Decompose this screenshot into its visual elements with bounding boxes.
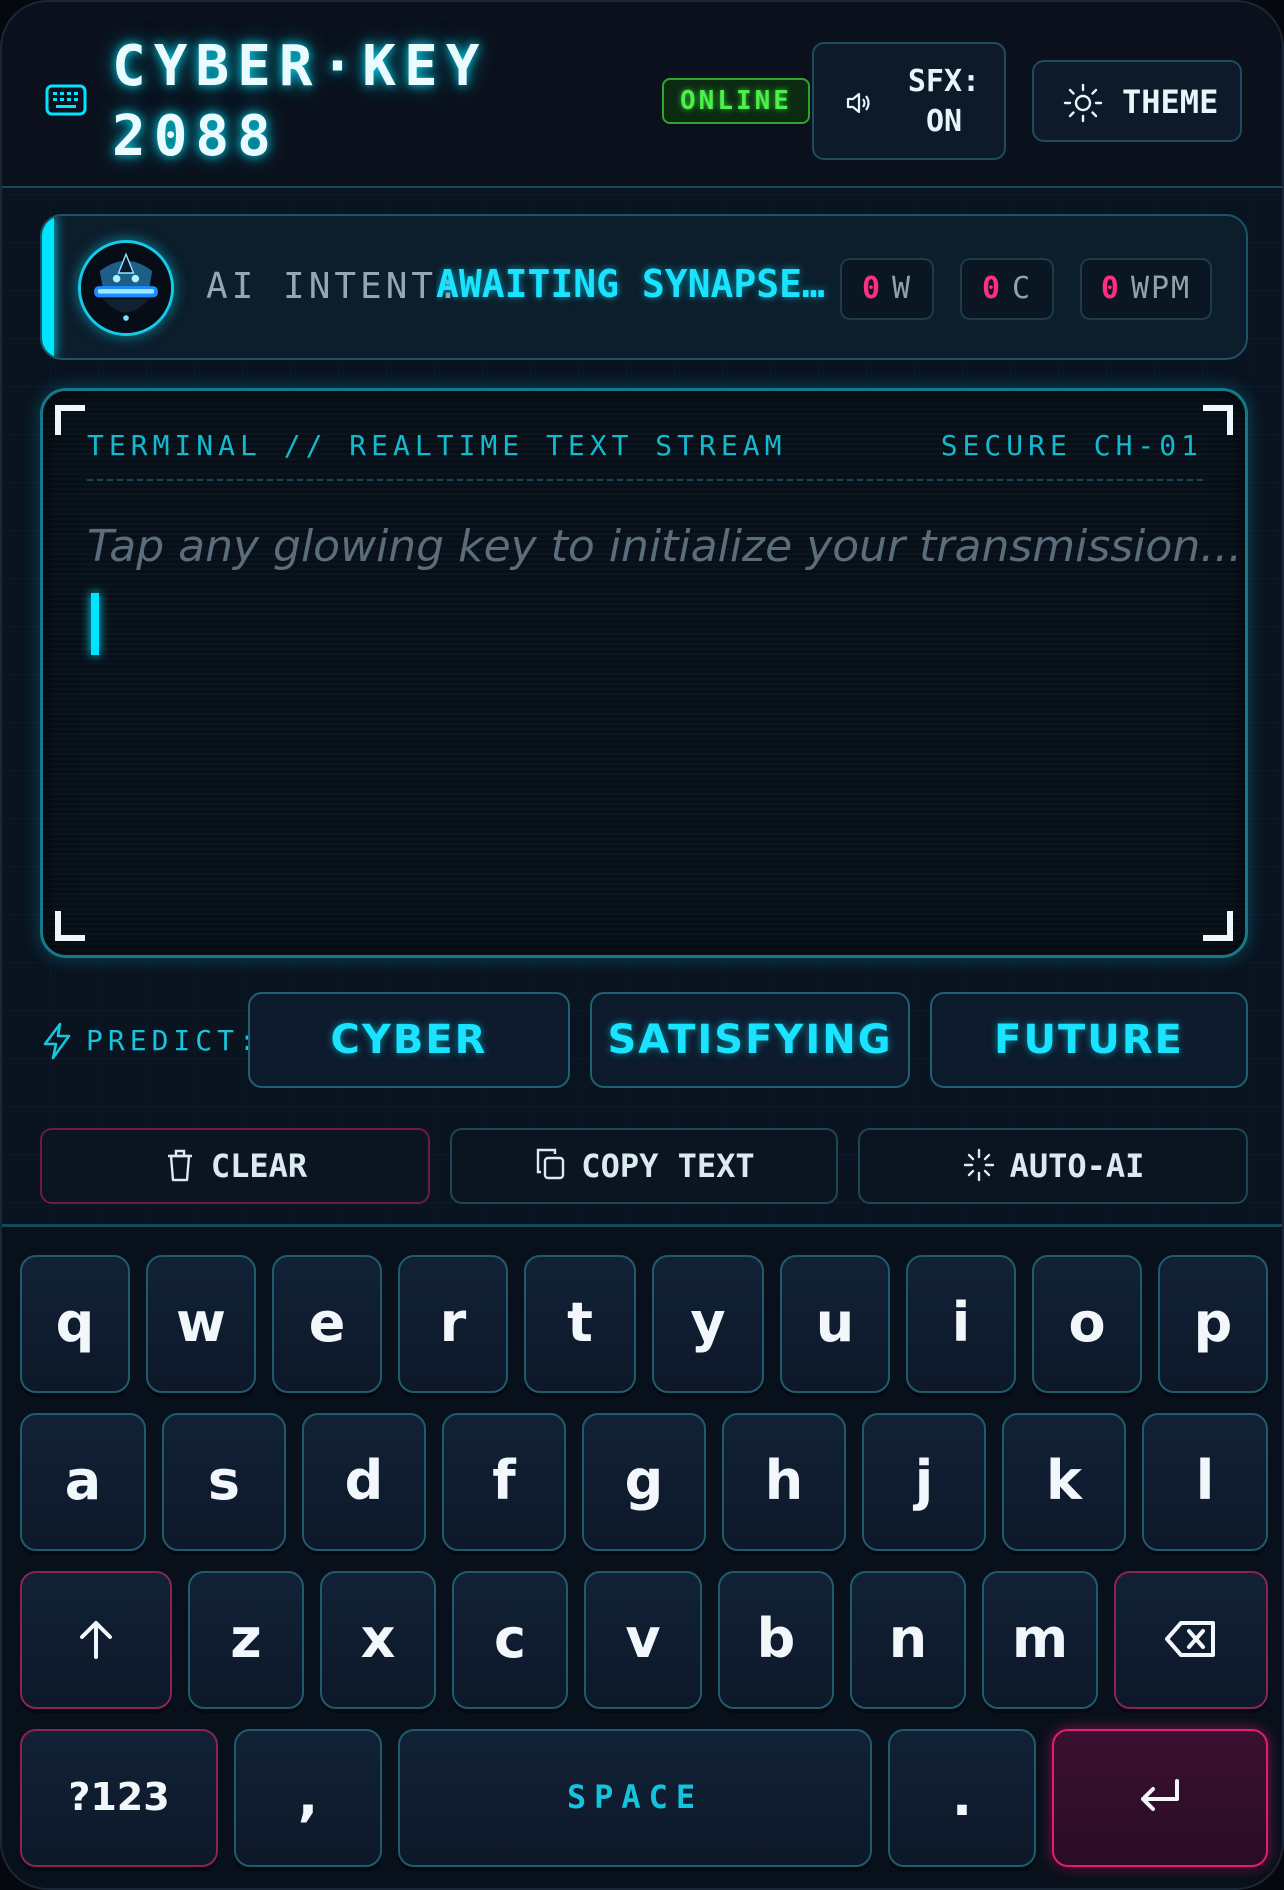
clear-label: CLEAR	[210, 1147, 308, 1185]
text-terminal[interactable]: TERMINAL // REALTIME TEXT STREAM SECURE …	[40, 388, 1248, 958]
wpm-value: 0	[1100, 271, 1121, 306]
arrow-up-icon	[80, 1621, 112, 1660]
theme-button[interactable]: THEME	[1032, 60, 1242, 142]
sfx-toggle-button[interactable]: SFX: ON	[812, 42, 1006, 160]
space-key[interactable]: SPACE	[398, 1729, 872, 1867]
key-s[interactable]: s	[162, 1413, 286, 1551]
key-w[interactable]: w	[146, 1255, 256, 1393]
lightning-icon	[43, 1022, 71, 1060]
key-q[interactable]: q	[20, 1255, 130, 1393]
backspace-icon	[1165, 1621, 1215, 1658]
intent-label: AI INTENT:	[206, 266, 463, 307]
app-screen: CYBER·KEY 2088 ONLINE SFX: ON THEME AI I…	[0, 0, 1284, 1890]
ai-intent-panel: AI INTENT: AWAITING SYNAPSE INPUT 0W 0C …	[40, 214, 1248, 360]
key-a[interactable]: a	[20, 1413, 146, 1551]
char-count-stat: 0C	[960, 258, 1054, 320]
terminal-channel: SECURE CH-01	[940, 429, 1203, 462]
clear-button[interactable]: CLEAR	[40, 1128, 430, 1204]
keyboard-icon	[45, 84, 87, 116]
shift-key[interactable]	[20, 1571, 172, 1709]
key-m[interactable]: m	[982, 1571, 1098, 1709]
key-y[interactable]: y	[652, 1255, 764, 1393]
terminal-placeholder: Tap any glowing key to initialize your t…	[87, 521, 1243, 572]
char-count-value: 0	[981, 271, 1002, 306]
suggestion-chip[interactable]: SATISFYING	[590, 992, 910, 1088]
char-count-unit: C	[1012, 271, 1033, 306]
copy-text-button[interactable]: COPY TEXT	[450, 1128, 838, 1204]
enter-icon	[1141, 1779, 1179, 1812]
key-v[interactable]: v	[584, 1571, 702, 1709]
corner-bracket	[55, 911, 85, 941]
ai-avatar	[78, 240, 174, 336]
suggestion-chip[interactable]: CYBER	[248, 992, 570, 1088]
intent-accent-bar	[42, 216, 54, 358]
key-p[interactable]: p	[1158, 1255, 1268, 1393]
word-count-stat: 0W	[840, 258, 934, 320]
keyboard: q w e r t y u i o p a s d f g h j k l z …	[2, 1224, 1282, 1888]
word-count-unit: W	[892, 271, 913, 306]
key-l[interactable]: l	[1142, 1413, 1268, 1551]
text-cursor	[91, 593, 99, 655]
key-e[interactable]: e	[272, 1255, 382, 1393]
key-z[interactable]: z	[188, 1571, 304, 1709]
key-j[interactable]: j	[862, 1413, 986, 1551]
wpm-stat: 0 WPM	[1080, 258, 1212, 320]
enter-key[interactable]	[1052, 1729, 1268, 1867]
period-key[interactable]: .	[888, 1729, 1036, 1867]
theme-label: THEME	[1122, 83, 1219, 121]
copy-icon	[537, 1148, 565, 1180]
terminal-header: TERMINAL // REALTIME TEXT STREAM	[87, 429, 787, 462]
backspace-key[interactable]	[1114, 1571, 1268, 1709]
header: CYBER·KEY 2088 ONLINE SFX: ON THEME	[2, 2, 1282, 188]
key-n[interactable]: n	[850, 1571, 966, 1709]
copy-label: COPY TEXT	[581, 1147, 755, 1185]
sfx-label: SFX: ON	[907, 64, 981, 139]
suggestion-chip[interactable]: FUTURE	[930, 992, 1248, 1088]
trash-icon	[167, 1149, 192, 1182]
app-title: CYBER·KEY 2088	[112, 34, 488, 169]
sun-icon	[1063, 83, 1103, 123]
key-h[interactable]: h	[722, 1413, 846, 1551]
numbers-key[interactable]: ?123	[20, 1729, 218, 1867]
key-u[interactable]: u	[780, 1255, 890, 1393]
terminal-divider	[87, 479, 1203, 481]
online-status-badge: ONLINE	[662, 78, 810, 124]
key-c[interactable]: c	[452, 1571, 568, 1709]
corner-bracket	[1203, 405, 1233, 435]
comma-key[interactable]: ,	[234, 1729, 382, 1867]
loader-icon	[963, 1148, 994, 1182]
intent-value: AWAITING SYNAPSE INPUT	[436, 262, 836, 306]
wpm-unit: WPM	[1130, 271, 1192, 306]
key-k[interactable]: k	[1002, 1413, 1126, 1551]
auto-ai-button[interactable]: AUTO-AI	[858, 1128, 1248, 1204]
word-count-value: 0	[861, 271, 882, 306]
key-g[interactable]: g	[582, 1413, 706, 1551]
key-b[interactable]: b	[718, 1571, 834, 1709]
key-d[interactable]: d	[302, 1413, 426, 1551]
key-x[interactable]: x	[320, 1571, 436, 1709]
key-t[interactable]: t	[524, 1255, 636, 1393]
speaker-icon	[846, 92, 870, 114]
key-o[interactable]: o	[1032, 1255, 1142, 1393]
corner-bracket	[55, 405, 85, 435]
auto-ai-label: AUTO-AI	[1009, 1147, 1145, 1185]
predict-label: PREDICT:	[86, 1024, 261, 1057]
key-f[interactable]: f	[442, 1413, 566, 1551]
corner-bracket	[1203, 911, 1233, 941]
key-r[interactable]: r	[398, 1255, 508, 1393]
key-i[interactable]: i	[906, 1255, 1016, 1393]
